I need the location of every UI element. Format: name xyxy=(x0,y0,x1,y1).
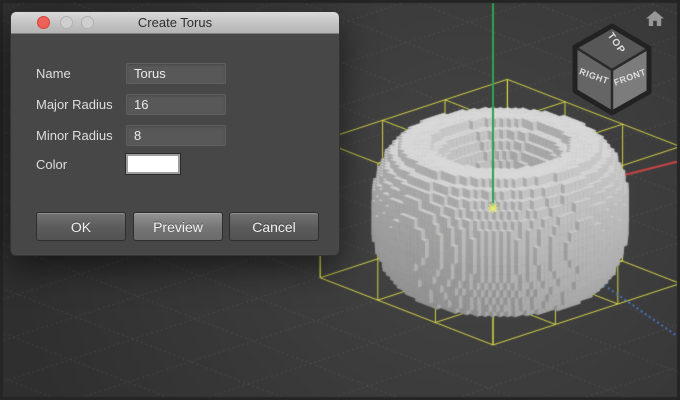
ok-button[interactable]: OK xyxy=(36,212,126,241)
cancel-button[interactable]: Cancel xyxy=(229,212,319,241)
minimize-button xyxy=(60,16,73,29)
zoom-button xyxy=(81,16,94,29)
create-torus-dialog: Create Torus Name Major Radius Minor Rad… xyxy=(10,11,340,256)
preview-button[interactable]: Preview xyxy=(133,212,223,241)
view-cube[interactable]: TOP RIGHT FRONT xyxy=(567,18,661,120)
color-label: Color xyxy=(36,157,67,172)
dialog-titlebar[interactable]: Create Torus xyxy=(11,12,339,34)
app-window: TOP RIGHT FRONT Create Torus Name Major … xyxy=(0,0,680,400)
color-swatch[interactable] xyxy=(126,154,180,174)
home-icon[interactable] xyxy=(645,9,665,29)
major-radius-input[interactable] xyxy=(126,94,226,115)
minor-radius-input[interactable] xyxy=(126,125,226,146)
home-icon-glyph xyxy=(646,11,664,26)
close-button[interactable] xyxy=(37,16,50,29)
minor-radius-label: Minor Radius xyxy=(36,128,113,143)
name-label: Name xyxy=(36,66,71,81)
name-input[interactable] xyxy=(126,63,226,84)
major-radius-label: Major Radius xyxy=(36,97,113,112)
